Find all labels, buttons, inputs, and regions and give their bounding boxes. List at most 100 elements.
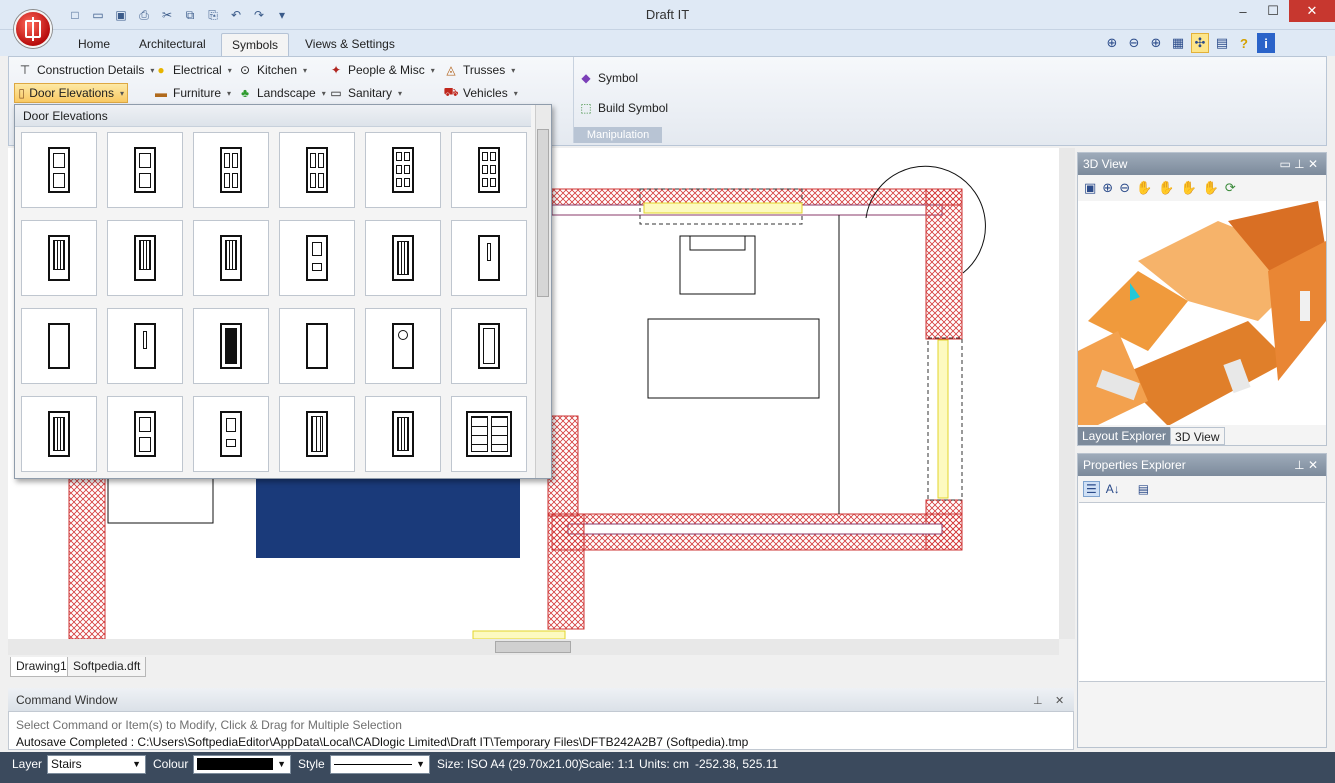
bench[interactable]: [107, 477, 214, 524]
view3d-window-controls[interactable]: ▭ ⊥ ✕: [1279, 153, 1318, 175]
door-thumbnail[interactable]: [21, 308, 97, 384]
colour-select[interactable]: ▼: [193, 755, 291, 774]
tab-3d-view[interactable]: 3D View: [1170, 427, 1225, 445]
rotate-left-icon[interactable]: ✋: [1136, 180, 1152, 196]
door-thumbnail[interactable]: [193, 220, 269, 296]
person-icon: ✦: [330, 63, 342, 77]
minimize-button[interactable]: –: [1228, 0, 1258, 22]
kitchen-button[interactable]: ⊙ Kitchen ▾: [237, 60, 307, 80]
door-thumbnail[interactable]: [365, 396, 441, 472]
trusses-button[interactable]: ◬ Trusses ▾: [443, 60, 515, 80]
door-thumbnail[interactable]: [365, 308, 441, 384]
people-misc-button[interactable]: ✦ People & Misc ▾: [328, 60, 435, 80]
grid-icon[interactable]: ▦: [1169, 33, 1187, 53]
zoom-window-icon[interactable]: ⊕: [1103, 33, 1121, 53]
zoom-out-icon[interactable]: ⊖: [1125, 33, 1143, 53]
wall-far-left[interactable]: [68, 477, 106, 639]
help-icon[interactable]: ?: [1235, 33, 1253, 53]
door-thumbnail[interactable]: [21, 220, 97, 296]
door-thumbnail[interactable]: [451, 396, 527, 472]
door-elevation-icon: [134, 411, 156, 457]
door-elevations-button[interactable]: ▯ Door Elevations ▾: [14, 83, 128, 103]
tab-symbols[interactable]: Symbols: [221, 33, 290, 56]
door-thumbnail[interactable]: [451, 132, 527, 208]
units-readout: Units: cm: [639, 757, 690, 771]
canvas-vertical-scrollbar[interactable]: [1059, 148, 1075, 639]
rotate-right-icon[interactable]: ✋: [1203, 180, 1219, 196]
doc-tab-drawing1[interactable]: Drawing1: [10, 657, 73, 677]
wall-right-upper[interactable]: [925, 188, 963, 340]
properties-window-controls[interactable]: ⊥ ✕: [1294, 454, 1318, 476]
vehicles-button[interactable]: ⛟ Vehicles ▾: [443, 83, 517, 103]
command-pin-icon[interactable]: ⊥: [1033, 694, 1043, 707]
door-thumbnail[interactable]: [21, 132, 97, 208]
doc-tab-softpedia[interactable]: Softpedia.dft: [67, 657, 147, 677]
maximize-button[interactable]: ☐: [1258, 0, 1288, 22]
wall-left-segment[interactable]: [547, 415, 579, 517]
door-thumbnail[interactable]: [107, 220, 183, 296]
command-close-icon[interactable]: ✕: [1055, 694, 1064, 707]
rotate-up-icon[interactable]: ✋: [1158, 180, 1174, 196]
landscape-button[interactable]: ♣ Landscape ▾: [237, 83, 326, 103]
layers-icon[interactable]: ▤: [1213, 33, 1231, 53]
door-thumbnail[interactable]: [21, 396, 97, 472]
tab-architectural[interactable]: Architectural: [129, 33, 216, 56]
symbol-button[interactable]: ◆ Symbol: [578, 68, 638, 88]
properties-grid[interactable]: [1079, 502, 1325, 682]
door-thumbnail[interactable]: [107, 308, 183, 384]
horizontal-scroll-thumb[interactable]: [495, 641, 571, 653]
construction-details-button[interactable]: ⊤ Construction Details ▾: [17, 60, 155, 80]
lightbulb-icon: ●: [157, 63, 165, 77]
zoom-out-icon[interactable]: ⊖: [1119, 180, 1130, 196]
door-thumbnail[interactable]: [107, 396, 183, 472]
gallery-header: Door Elevations: [15, 105, 531, 127]
info-icon[interactable]: i: [1257, 33, 1275, 53]
window-right[interactable]: [937, 339, 949, 499]
door-thumbnail[interactable]: [279, 220, 355, 296]
build-symbol-button[interactable]: ⬚ Build Symbol: [578, 98, 668, 118]
wall-left-lower[interactable]: [547, 513, 585, 630]
door-thumbnail[interactable]: [107, 132, 183, 208]
tab-views-settings[interactable]: Views & Settings: [295, 33, 405, 56]
window-bottom[interactable]: [472, 630, 566, 639]
electrical-button[interactable]: ● Electrical ▾: [153, 60, 231, 80]
rotate-down-icon[interactable]: ✋: [1180, 180, 1196, 196]
zoom-in-icon[interactable]: ⊕: [1102, 180, 1113, 196]
chevron-down-icon: ▼: [132, 759, 141, 769]
truss-icon: ◬: [446, 63, 456, 77]
door-elevation-icon: [48, 411, 70, 457]
door-thumbnail[interactable]: [365, 220, 441, 296]
door-thumbnail[interactable]: [365, 132, 441, 208]
armchair[interactable]: [679, 235, 756, 295]
zoom-in-icon[interactable]: ⊕: [1147, 33, 1165, 53]
door-thumbnail[interactable]: [451, 308, 527, 384]
property-pages-icon[interactable]: ▤: [1138, 482, 1149, 496]
tab-home[interactable]: Home: [68, 33, 120, 56]
gallery-scroll-thumb[interactable]: [537, 129, 549, 297]
tab-layout-explorer[interactable]: Layout Explorer: [1078, 427, 1171, 445]
save-icon[interactable]: ▣: [1084, 180, 1096, 196]
close-button[interactable]: ✕: [1289, 0, 1335, 22]
door-thumbnail[interactable]: [193, 132, 269, 208]
categorized-icon[interactable]: ☰: [1083, 481, 1100, 497]
door-thumbnail[interactable]: [193, 396, 269, 472]
table[interactable]: [647, 318, 820, 399]
door-thumbnail[interactable]: [451, 220, 527, 296]
layer-select[interactable]: Stairs ▼: [47, 755, 146, 774]
refresh-icon[interactable]: ⟳: [1225, 180, 1236, 196]
sanitary-button[interactable]: ▭ Sanitary ▾: [328, 83, 402, 103]
door-thumbnail[interactable]: [193, 308, 269, 384]
door-thumbnail[interactable]: [279, 132, 355, 208]
style-select[interactable]: ▼: [330, 755, 430, 774]
door-thumbnail[interactable]: [279, 396, 355, 472]
furniture-button[interactable]: ▬ Furniture ▾: [153, 83, 231, 103]
app-menu-button[interactable]: [14, 10, 52, 48]
command-window-title: Command Window: [8, 688, 1074, 712]
snap-icon[interactable]: ✣: [1191, 33, 1209, 53]
window-top[interactable]: [643, 202, 803, 214]
sort-alphabetical-icon[interactable]: A↓: [1106, 482, 1120, 496]
view3d-render[interactable]: [1078, 201, 1326, 425]
command-input-hint[interactable]: Select Command or Item(s) to Modify, Cli…: [16, 718, 402, 732]
door-thumbnail[interactable]: [279, 308, 355, 384]
car-icon: ⛟: [443, 85, 459, 99]
